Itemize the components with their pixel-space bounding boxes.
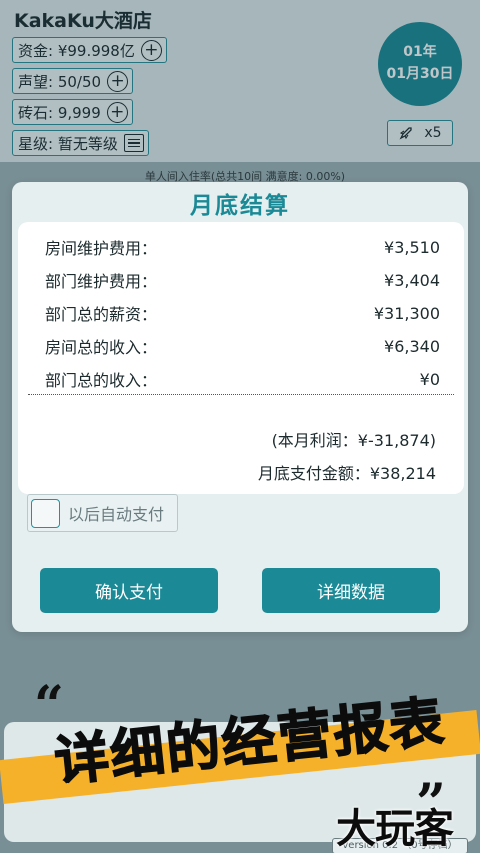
watermark-logo: 大玩客 [336, 806, 454, 852]
report-row-value: ¥3,510 [384, 237, 440, 257]
month-end-settlement-dialog: 月底结算 房间维护费用： ¥3,510 部门维护费用： ¥3,404 部门总的薪… [12, 182, 468, 632]
report-row: 部门总的收入： ¥0 [45, 366, 440, 392]
report-row-label: 部门总的薪资： [45, 305, 158, 324]
details-button[interactable]: 详细数据 [262, 568, 440, 613]
report-row-value: ¥3,404 [384, 270, 440, 290]
confirm-pay-button[interactable]: 确认支付 [40, 568, 218, 613]
settlement-report-card: 房间维护费用： ¥3,510 部门维护费用： ¥3,404 部门总的薪资： ¥3… [18, 222, 464, 494]
report-row-value: ¥31,300 [373, 303, 440, 323]
report-row: 房间维护费用： ¥3,510 [45, 234, 440, 260]
report-row-label: 部门总的收入： [45, 371, 158, 390]
divider [28, 394, 454, 395]
monthly-profit: (本月利润：¥-31,874) [271, 431, 436, 450]
checkbox-box[interactable] [31, 498, 60, 528]
report-row-value: ¥6,340 [384, 336, 440, 356]
report-row: 房间总的收入： ¥6,340 [45, 333, 440, 359]
auto-pay-label: 以后自动支付 [68, 505, 165, 524]
report-row-label: 部门维护费用： [45, 272, 158, 291]
total-due: 月底支付金额：¥38,214 [257, 464, 436, 483]
report-row-label: 房间总的收入： [45, 338, 158, 357]
report-row: 部门总的薪资： ¥31,300 [45, 300, 440, 326]
report-row-label: 房间维护费用： [45, 239, 158, 258]
report-row-value: ¥0 [419, 369, 440, 389]
auto-pay-checkbox[interactable]: 以后自动支付 [27, 494, 178, 532]
dialog-title: 月底结算 [190, 193, 290, 219]
report-row: 部门维护费用： ¥3,404 [45, 267, 440, 293]
